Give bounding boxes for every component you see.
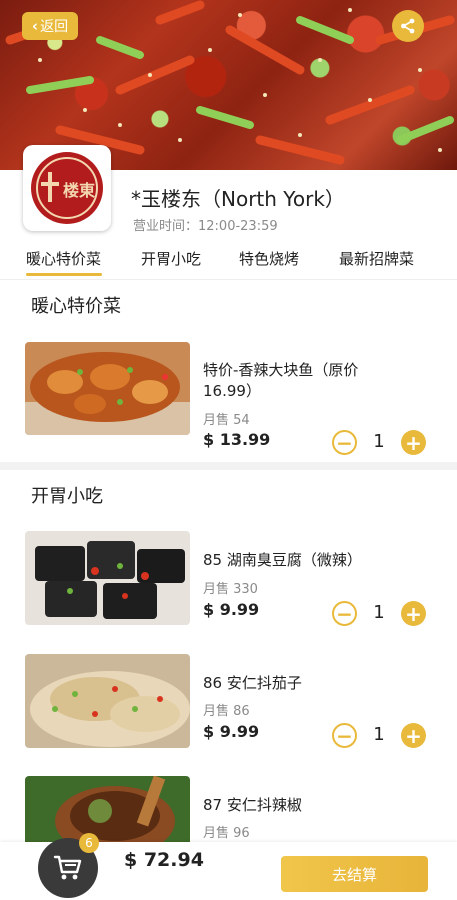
quantity-value: 1 <box>373 602 385 623</box>
checkout-button[interactable]: 去结算 <box>281 856 428 892</box>
decrease-quantity-button[interactable]: − <box>332 723 357 748</box>
category-tabs: 暖心特价菜 开胃小吃 特色烧烤 最新招牌菜 <box>0 238 457 278</box>
back-button-label: 返回 <box>40 19 69 35</box>
increase-quantity-button[interactable]: + <box>401 601 426 626</box>
share-icon <box>401 18 415 34</box>
store-logo: 楼東 <box>23 145 111 231</box>
tab-new-signature[interactable]: 最新招牌菜 <box>339 248 414 269</box>
dish-price: $ 9.99 <box>203 722 260 741</box>
business-hours: 营业时间：12:00-23:59 <box>133 219 278 234</box>
cart-total: $ 72.94 <box>124 849 204 871</box>
store-name: *玉楼东（North York） <box>131 187 345 211</box>
dish-image[interactable] <box>25 342 190 435</box>
section-divider <box>0 462 457 470</box>
dish-name: 87 安仁抖辣椒 <box>203 796 302 814</box>
dish-name: 85 湖南臭豆腐（微辣） <box>203 551 362 569</box>
decrease-quantity-button[interactable]: − <box>332 430 357 455</box>
dish-name: 特价-香辣大块鱼（原价16.99） <box>203 361 359 400</box>
tab-special[interactable]: 暖心特价菜 <box>26 248 101 269</box>
cart-count-badge: 6 <box>79 833 99 853</box>
monthly-sales: 月售 86 <box>203 704 250 719</box>
tab-appetizers[interactable]: 开胃小吃 <box>141 248 201 269</box>
back-button[interactable]: ‹ 返回 <box>22 12 78 40</box>
dish-name: 86 安仁抖茄子 <box>203 674 302 692</box>
store-logo-text: 楼東 <box>63 181 96 200</box>
section-title-special: 暖心特价菜 <box>31 296 121 317</box>
share-button[interactable] <box>392 10 424 42</box>
monthly-sales: 月售 54 <box>203 413 250 428</box>
quantity-value: 1 <box>373 724 385 745</box>
quantity-value: 1 <box>373 431 385 452</box>
shopping-cart-icon <box>53 855 82 880</box>
dish-price: $ 13.99 <box>203 430 271 449</box>
tabs-divider <box>0 279 457 280</box>
dish-image[interactable] <box>25 776 190 842</box>
monthly-sales: 月售 330 <box>203 582 258 597</box>
dish-image[interactable] <box>25 654 190 748</box>
section-title-appetizers: 开胃小吃 <box>31 486 103 507</box>
dish-price: $ 9.99 <box>203 600 260 619</box>
chevron-left-icon: ‹ <box>31 17 39 35</box>
tab-bbq[interactable]: 特色烧烤 <box>239 248 299 269</box>
monthly-sales: 月售 96 <box>203 826 250 841</box>
increase-quantity-button[interactable]: + <box>401 430 426 455</box>
dish-image[interactable] <box>25 531 190 625</box>
decrease-quantity-button[interactable]: − <box>332 601 357 626</box>
active-tab-indicator <box>26 273 102 276</box>
increase-quantity-button[interactable]: + <box>401 723 426 748</box>
